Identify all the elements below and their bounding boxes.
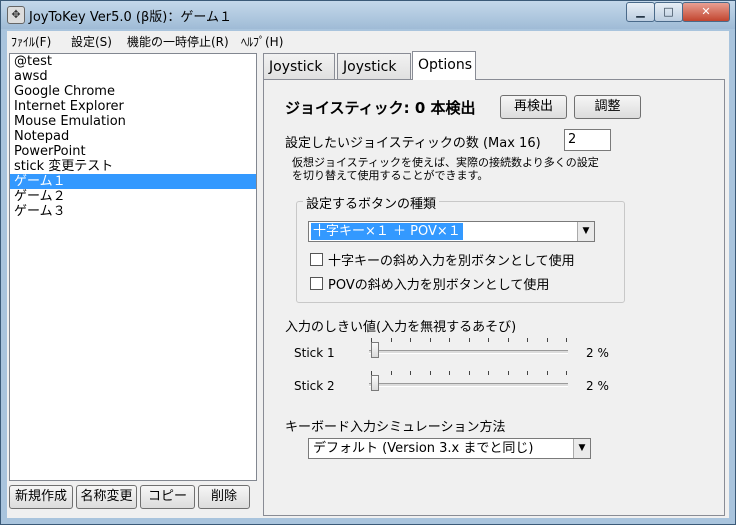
slider-tick xyxy=(507,371,509,375)
stick2-slider-thumb[interactable] xyxy=(370,375,379,391)
diagonal-pov-checkbox[interactable] xyxy=(310,277,323,290)
list-item[interactable]: stick 変更テスト xyxy=(10,159,256,174)
list-item[interactable]: Google Chrome xyxy=(10,84,256,99)
keyboard-sim-label: キーボード入力シミュレーション方法 xyxy=(285,420,506,435)
list-item[interactable]: Internet Explorer xyxy=(10,99,256,114)
threshold-label: 入力のしきい値(入力を無視するあそび) xyxy=(285,320,517,335)
delete-config-button[interactable]: 削除 xyxy=(198,485,250,509)
slider-tick xyxy=(449,371,450,375)
joystick-icon[interactable]: ✥ xyxy=(7,6,25,24)
count-note-line-2: を切り替えて使用することができます。 xyxy=(292,169,489,182)
stick2-value: 2 % xyxy=(586,379,609,393)
list-item[interactable]: Notepad xyxy=(10,129,256,144)
list-item[interactable]: Mouse Emulation xyxy=(10,114,256,129)
slider-tick xyxy=(507,338,509,342)
list-item[interactable]: ゲーム３ xyxy=(10,204,256,219)
joystick-status: ジョイスティック: 0 本検出 xyxy=(285,99,476,117)
diagonal-cross-checkbox[interactable] xyxy=(310,253,323,266)
slider-tick xyxy=(566,371,567,375)
minimize-button[interactable]: ▁ xyxy=(626,2,655,22)
stick1-slider-thumb[interactable] xyxy=(370,342,379,358)
copy-config-button[interactable]: コピー xyxy=(140,485,195,509)
joystick-count-input[interactable]: 2 xyxy=(564,129,611,151)
button-type-select[interactable]: 十字キー×１ ＋ POV×１ ▼ xyxy=(308,221,595,242)
tab-joystick-1[interactable]: Joystick 1 xyxy=(263,53,335,101)
slider-tick xyxy=(488,371,489,375)
slider-tick xyxy=(546,338,548,342)
diagonal-pov-label: POVの斜め入力を別ボタンとして使用 xyxy=(328,278,550,293)
tab-joystick-2[interactable]: Joystick 2 xyxy=(337,53,411,101)
new-config-button[interactable]: 新規作成 xyxy=(9,485,73,509)
chevron-down-icon[interactable]: ▼ xyxy=(573,439,590,458)
list-item[interactable]: ゲーム２ xyxy=(10,189,256,204)
menu-file[interactable]: ﾌｧｲﾙ(F) xyxy=(11,33,51,50)
tab-options[interactable]: Options xyxy=(412,51,476,80)
menu-settings[interactable]: 設定(S) xyxy=(71,33,112,50)
button-type-group-title: 設定するボタンの種類 xyxy=(303,193,440,212)
slider-tick xyxy=(429,338,431,342)
slider-tick xyxy=(468,338,470,342)
slider-tick xyxy=(566,338,567,342)
slider-tick xyxy=(371,371,372,375)
window-title: JoyToKey Ver5.0 (β版)：ゲーム１ xyxy=(29,10,232,25)
title-bar[interactable]: ✥ JoyToKey Ver5.0 (β版)：ゲーム１ ▁ □ ✕ xyxy=(1,1,735,29)
slider-tick xyxy=(371,338,372,342)
list-item[interactable]: PowerPoint xyxy=(10,144,256,159)
keyboard-sim-select[interactable]: デフォルト (Version 3.x までと同じ) ▼ xyxy=(308,438,591,459)
slider-tick xyxy=(546,371,548,375)
menu-pause[interactable]: 機能の一時停止(R) xyxy=(127,33,229,50)
button-type-value: 十字キー×１ ＋ POV×１ xyxy=(311,223,463,240)
diagonal-cross-label: 十字キーの斜め入力を別ボタンとして使用 xyxy=(328,254,575,269)
slider-tick xyxy=(468,371,470,375)
list-item[interactable]: awsd xyxy=(10,69,256,84)
slider-tick xyxy=(429,371,431,375)
list-item-selected[interactable]: ゲーム１ xyxy=(10,174,256,189)
close-button[interactable]: ✕ xyxy=(682,2,730,22)
chevron-down-icon[interactable]: ▼ xyxy=(577,222,594,241)
config-list[interactable]: @test awsd Google Chrome Internet Explor… xyxy=(9,53,257,481)
slider-tick xyxy=(527,371,528,375)
rename-config-button[interactable]: 名称変更 xyxy=(76,485,137,509)
slider-tick xyxy=(488,338,489,342)
options-panel: ジョイスティック: 0 本検出 再検出 調整 設定したいジョイスティックの数 (… xyxy=(263,79,725,516)
adjust-button[interactable]: 調整 xyxy=(574,95,641,119)
app-window: ✥ JoyToKey Ver5.0 (β版)：ゲーム１ ▁ □ ✕ ﾌｧｲﾙ(F… xyxy=(0,0,736,525)
stick2-slider-track xyxy=(369,383,568,387)
redetect-button[interactable]: 再検出 xyxy=(500,95,567,119)
list-item[interactable]: @test xyxy=(10,54,256,69)
client-area: @test awsd Google Chrome Internet Explor… xyxy=(7,51,729,518)
slider-tick xyxy=(410,338,411,342)
stick1-slider-track xyxy=(369,350,568,354)
stick1-label: Stick 1 xyxy=(294,346,335,360)
joystick-count-label: 設定したいジョイスティックの数 (Max 16) xyxy=(285,136,541,151)
stick1-value: 2 % xyxy=(586,346,609,360)
menu-help[interactable]: ﾍﾙﾌﾟ(H) xyxy=(241,33,283,50)
slider-tick xyxy=(527,338,528,342)
slider-tick xyxy=(390,371,392,375)
keyboard-sim-value: デフォルト (Version 3.x までと同じ) xyxy=(313,441,534,456)
slider-tick xyxy=(390,338,392,342)
maximize-button[interactable]: □ xyxy=(654,2,683,22)
menu-bar: ﾌｧｲﾙ(F) 設定(S) 機能の一時停止(R) ﾍﾙﾌﾟ(H) xyxy=(7,31,729,51)
slider-tick xyxy=(410,371,411,375)
slider-tick xyxy=(449,338,450,342)
stick2-label: Stick 2 xyxy=(294,379,335,393)
